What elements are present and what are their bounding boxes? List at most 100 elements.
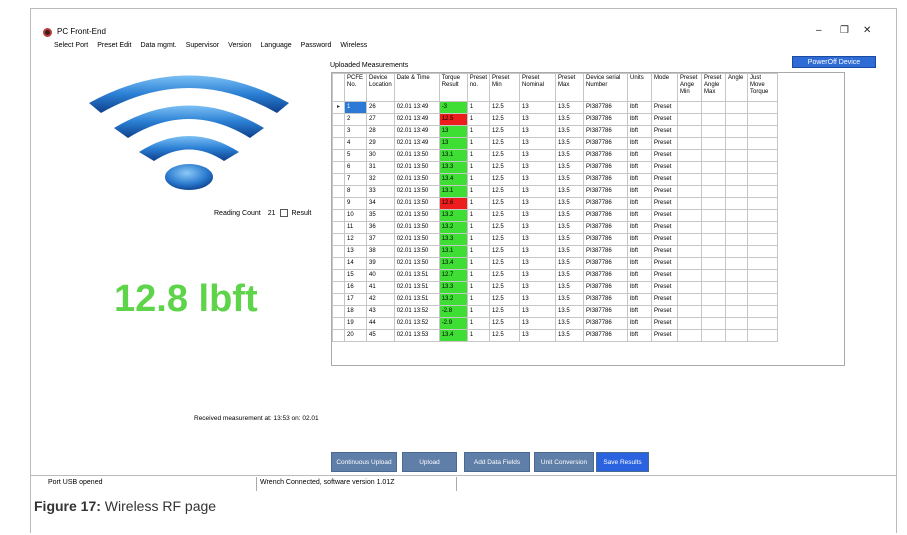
table-row[interactable]: 15 40 02.01 13:51 12.7 1 12.5 13 13.5 PI387786 lb… — [332, 269, 779, 282]
table-cell — [677, 113, 703, 126]
table-row[interactable]: 17 42 02.01 13:51 13.2 1 12.5 13 13.5 PI387786 lb… — [332, 293, 779, 306]
column-header[interactable]: PCFE No. — [344, 73, 367, 102]
row-selector[interactable] — [332, 233, 345, 246]
column-header[interactable]: Preset Max — [555, 73, 585, 102]
table-cell: 16 — [344, 281, 367, 294]
row-selector[interactable] — [332, 257, 345, 270]
table-row[interactable]: 18 43 02.01 13:52 -2.8 1 12.5 13 13.5 PI387786 lb… — [332, 305, 779, 318]
menu-language[interactable]: Language — [261, 42, 292, 56]
table-cell: 7 — [344, 173, 367, 186]
column-header[interactable]: Preset Min — [489, 73, 521, 102]
column-header[interactable]: Torque Result — [438, 73, 468, 102]
table-cell — [725, 197, 749, 210]
restore-icon[interactable]: ❐ — [840, 25, 849, 36]
row-selector[interactable] — [332, 281, 345, 294]
upload-button[interactable]: Upload — [402, 452, 457, 472]
row-selector[interactable] — [332, 113, 345, 126]
row-selector[interactable] — [332, 221, 345, 234]
table-cell: PI387786 — [583, 125, 629, 138]
table-row[interactable]: 12 37 02.01 13:50 13.3 1 12.5 13 13.5 PI387786 lb… — [332, 233, 779, 246]
table-cell: 13.1 — [438, 245, 468, 258]
table-cell: 02.01 13:50 — [393, 257, 440, 270]
table-row[interactable]: 19 44 02.01 13:52 -2.9 1 12.5 13 13.5 PI387786 lb… — [332, 317, 779, 330]
table-row[interactable]: 14 39 02.01 13:50 13.4 1 12.5 13 13.5 PI387786 lb… — [332, 257, 779, 270]
table-row[interactable]: 2 27 02.01 13:49 12.5 1 12.5 13 13.5 PI387786 lbf… — [332, 113, 779, 126]
table-cell: 02.01 13:51 — [393, 293, 440, 306]
table-cell — [701, 209, 727, 222]
table-cell — [701, 329, 727, 342]
table-row[interactable]: 10 35 02.01 13:50 13.2 1 12.5 13 13.5 PI387786 lb… — [332, 209, 779, 222]
column-header[interactable]: Preset Nominal — [519, 73, 557, 102]
continuous-upload-button[interactable]: Continuous Upload — [331, 452, 397, 472]
table-row[interactable]: 9 34 02.01 13:50 12.6 1 12.5 13 13.5 PI387786 lbf… — [332, 197, 779, 210]
table-row[interactable]: ▸ 1 26 02.01 13:49 -3 1 12.5 13 13.5 PI387786 lbft… — [332, 101, 779, 114]
column-header[interactable]: Mode — [651, 73, 679, 102]
row-selector[interactable] — [332, 197, 345, 210]
table-row[interactable]: 8 33 02.01 13:50 13.1 1 12.5 13 13.5 PI387786 lbf… — [332, 185, 779, 198]
result-checkbox[interactable] — [279, 209, 288, 217]
table-row[interactable]: 20 45 02.01 13:53 13.4 1 12.5 13 13.5 PI387786 lb… — [332, 329, 779, 342]
column-header[interactable]: Preset Ange Min — [677, 73, 703, 102]
column-header[interactable]: Device serial Number — [583, 73, 629, 102]
save-results-button[interactable]: Save Results — [596, 452, 649, 472]
table-cell: 13 — [519, 281, 557, 294]
row-selector[interactable] — [332, 269, 345, 282]
row-selector[interactable]: ▸ — [332, 101, 345, 114]
row-selector[interactable] — [332, 245, 345, 258]
table-cell: 13.5 — [555, 173, 585, 186]
table-cell — [701, 233, 727, 246]
menu-version[interactable]: Version — [228, 42, 251, 56]
row-selector[interactable] — [332, 185, 345, 198]
row-selector[interactable] — [332, 173, 345, 186]
column-header[interactable]: Preset no. — [466, 73, 491, 102]
table-cell — [747, 209, 779, 222]
table-row[interactable]: 6 31 02.01 13:50 13.3 1 12.5 13 13.5 PI387786 lbf… — [332, 161, 779, 174]
column-header[interactable]: Units — [627, 73, 653, 102]
table-cell — [747, 293, 779, 306]
table-cell: 02.01 13:51 — [393, 269, 440, 282]
add-data-fields-button[interactable]: Add Data Fields — [464, 452, 530, 472]
row-selector[interactable] — [332, 305, 345, 318]
measurements-grid[interactable]: PCFE No. Device Location Date & Time Torque… — [331, 72, 845, 366]
table-cell: 13.4 — [438, 257, 468, 270]
table-cell: 1 — [466, 185, 491, 198]
column-header[interactable]: Angle — [725, 73, 749, 102]
table-cell: lbft — [627, 221, 653, 234]
menu-supervisor[interactable]: Supervisor — [186, 42, 219, 56]
table-cell: 13 — [344, 245, 367, 258]
table-row[interactable]: 4 29 02.01 13:49 13 1 12.5 13 13.5 PI387786 lbft P… — [332, 137, 779, 150]
table-cell: 02.01 13:50 — [393, 221, 440, 234]
row-selector[interactable] — [332, 293, 345, 306]
table-cell: PI387786 — [583, 173, 629, 186]
row-selector[interactable] — [332, 161, 345, 174]
menu-data-mgmt[interactable]: Data mgmt. — [141, 42, 177, 56]
row-selector[interactable] — [332, 209, 345, 222]
table-row[interactable]: 16 41 02.01 13:51 13.3 1 12.5 13 13.5 PI387786 lb… — [332, 281, 779, 294]
poweroff-device-button[interactable]: PowerOff Device — [792, 56, 876, 68]
table-row[interactable]: 7 32 02.01 13:50 13.4 1 12.5 13 13.5 PI387786 lbf… — [332, 173, 779, 186]
unit-conversion-button[interactable]: Unit Conversion — [534, 452, 594, 472]
minimize-icon[interactable]: – — [816, 25, 822, 36]
close-icon[interactable]: ✕ — [863, 25, 871, 36]
row-selector[interactable] — [332, 317, 345, 330]
menu-wireless[interactable]: Wireless — [340, 42, 367, 56]
table-row[interactable]: 5 30 02.01 13:50 13.1 1 12.5 13 13.5 PI387786 lbf… — [332, 149, 779, 162]
table-row[interactable]: 13 38 02.01 13:50 13.1 1 12.5 13 13.5 PI387786 lb… — [332, 245, 779, 258]
row-selector[interactable] — [332, 137, 345, 150]
column-header[interactable]: Date & Time — [393, 73, 440, 102]
row-selector[interactable] — [332, 149, 345, 162]
table-row[interactable]: 3 28 02.01 13:49 13 1 12.5 13 13.5 PI387786 lbft P… — [332, 125, 779, 138]
table-cell — [747, 137, 779, 150]
table-row[interactable]: 11 36 02.01 13:50 13.2 1 12.5 13 13.5 PI387786 lb… — [332, 221, 779, 234]
column-header[interactable]: Just Move Torque — [747, 73, 779, 102]
row-selector[interactable] — [332, 125, 345, 138]
menu-preset-edit[interactable]: Preset Edit — [97, 42, 131, 56]
column-header[interactable]: Device Location — [366, 73, 395, 102]
row-selector[interactable] — [332, 329, 345, 342]
table-cell: 3 — [344, 125, 367, 138]
menu-select-port[interactable]: Select Port — [54, 42, 88, 56]
table-cell: PI387786 — [583, 101, 629, 114]
table-cell — [725, 125, 749, 138]
column-header[interactable]: Preset Angle Max — [701, 73, 727, 102]
menu-password[interactable]: Password — [301, 42, 332, 56]
